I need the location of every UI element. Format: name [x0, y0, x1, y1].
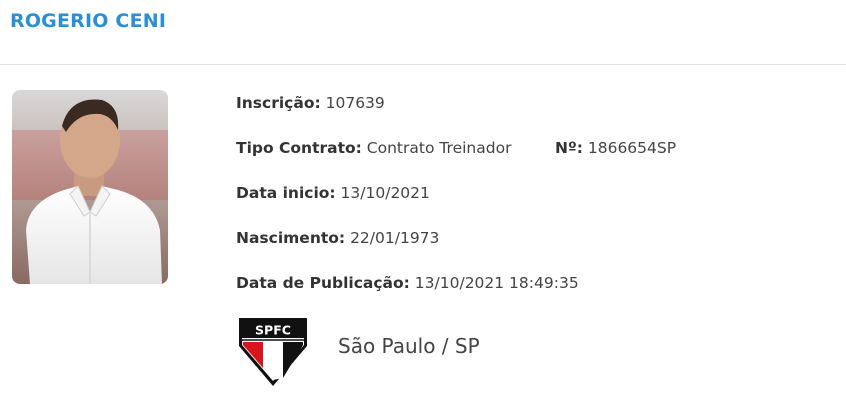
data-inicio-value: 13/10/2021: [340, 184, 430, 202]
coach-photo: [12, 90, 168, 284]
inscricao-row: Inscrição: 107639: [236, 92, 385, 114]
tipo-contrato-label: Tipo Contrato:: [236, 139, 362, 157]
data-inicio-label: Data inicio:: [236, 184, 336, 202]
numero-value: 1866654SP: [587, 139, 677, 157]
publicacao-value: 13/10/2021 18:49:35: [414, 274, 579, 292]
nascimento-label: Nascimento:: [236, 229, 346, 247]
nascimento-value: 22/01/1973: [350, 229, 440, 247]
crest-text: SPFC: [255, 323, 291, 338]
inscricao-value: 107639: [325, 94, 385, 112]
coach-name: ROGERIO CENI: [10, 10, 167, 32]
tipo-contrato-value: Contrato Treinador: [366, 139, 512, 157]
numero-label: Nº:: [555, 139, 583, 157]
data-inicio-row: Data inicio: 13/10/2021: [236, 182, 430, 204]
nascimento-row: Nascimento: 22/01/1973: [236, 227, 439, 249]
profile-header: ROGERIO CENI: [0, 0, 846, 65]
numero-group: Nº: 1866654SP: [555, 137, 676, 159]
club-crest-icon: SPFC: [236, 316, 310, 388]
inscricao-label: Inscrição:: [236, 94, 321, 112]
publicacao-row: Data de Publicação: 13/10/2021 18:49:35: [236, 272, 579, 294]
tipo-contrato-row: Tipo Contrato: Contrato Treinador Nº: 18…: [236, 137, 796, 159]
publicacao-label: Data de Publicação:: [236, 274, 410, 292]
club-name: São Paulo / SP: [338, 334, 480, 358]
